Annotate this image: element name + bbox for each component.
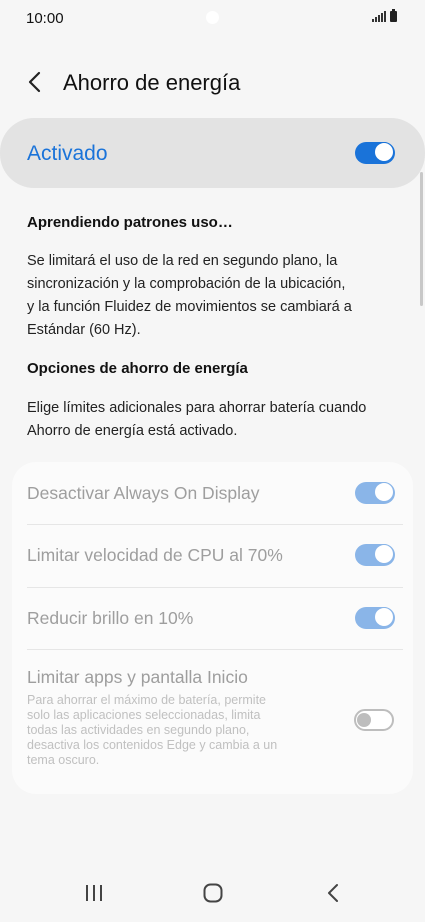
page-title: Ahorro de energía [63, 70, 241, 95]
scrollbar[interactable] [420, 172, 423, 306]
master-switch-row[interactable]: Activado [0, 118, 425, 188]
status-time: 10:00 [26, 10, 64, 27]
options-heading: Opciones de ahorro de energía [27, 360, 248, 377]
app-header: Ahorro de energía [0, 60, 425, 108]
setting-label: Reducir brillo en 10% [27, 608, 194, 628]
nav-back-icon [328, 884, 338, 902]
setting-description: Para ahorrar el máximo de batería, permi… [27, 693, 278, 767]
limit-apps-toggle[interactable] [354, 709, 394, 731]
back-button[interactable] [24, 70, 48, 94]
recent-apps-button[interactable] [74, 880, 114, 906]
master-switch-label: Activado [27, 142, 108, 165]
home-button[interactable] [193, 880, 233, 906]
status-bar: 10:00 [0, 0, 425, 38]
recent-apps-icon [86, 885, 102, 901]
reduce-brightness-toggle[interactable] [355, 607, 395, 629]
setting-row-limit-apps[interactable]: Limitar apps y pantalla Inicio Para ahor… [12, 650, 413, 794]
learning-heading: Aprendiendo patrones uso… [27, 214, 233, 231]
setting-row-always-on-display[interactable]: Desactivar Always On Display [12, 462, 413, 524]
battery-icon [390, 9, 397, 22]
chevron-left-icon [28, 71, 41, 93]
status-icons [372, 9, 397, 22]
settings-card: Desactivar Always On Display Limitar vel… [12, 462, 413, 794]
always-on-display-toggle[interactable] [355, 482, 395, 504]
setting-label: Desactivar Always On Display [27, 483, 260, 503]
options-description: Elige límites adicionales para ahorrar b… [27, 400, 367, 439]
setting-row-cpu-limit[interactable]: Limitar velocidad de CPU al 70% [12, 525, 413, 587]
setting-label: Limitar apps y pantalla Inicio [27, 667, 248, 687]
home-icon [203, 883, 223, 903]
navigation-bar [0, 864, 425, 922]
master-toggle[interactable] [355, 142, 395, 164]
nav-back-button[interactable] [313, 880, 353, 906]
signal-icon [372, 11, 386, 22]
setting-row-reduce-brightness[interactable]: Reducir brillo en 10% [12, 588, 413, 649]
front-camera [206, 11, 219, 24]
learning-description: Se limitará el uso de la red en segundo … [27, 253, 352, 338]
cpu-limit-toggle[interactable] [355, 544, 395, 566]
setting-label: Limitar velocidad de CPU al 70% [27, 545, 283, 565]
